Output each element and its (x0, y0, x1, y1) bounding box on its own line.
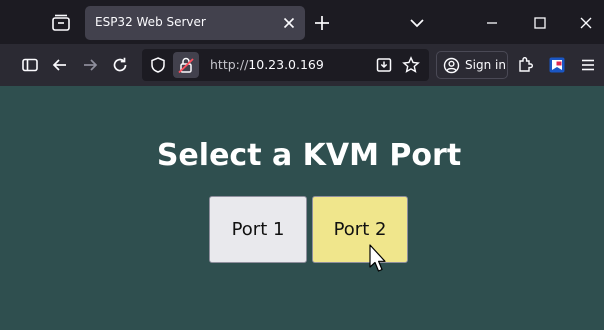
forward-arrow-icon[interactable] (81, 56, 99, 74)
chevron-down-icon[interactable] (409, 15, 425, 31)
close-window-icon[interactable] (578, 15, 594, 31)
reload-icon[interactable] (111, 56, 129, 74)
page-content: Select a KVM Port Port 1 Port 2 (0, 86, 604, 330)
tab-strip: ESP32 Web Server (0, 0, 604, 44)
plus-icon[interactable] (313, 14, 331, 32)
tab-list-icon[interactable] (50, 12, 72, 34)
tab-title: ESP32 Web Server (95, 15, 206, 29)
browser-tab-active[interactable]: ESP32 Web Server (85, 6, 305, 40)
insecure-lock-icon[interactable] (173, 52, 199, 78)
hamburger-menu-icon[interactable] (579, 56, 597, 74)
url-bar[interactable]: http://10.23.0.169 (142, 49, 429, 81)
sign-in-label: Sign in (465, 58, 506, 72)
navigation-toolbar: http://10.23.0.169 Sign in (0, 44, 604, 86)
account-icon (443, 57, 460, 74)
star-icon[interactable] (402, 56, 420, 74)
extensions-icon[interactable] (516, 56, 534, 74)
maximize-icon[interactable] (532, 15, 548, 31)
download-icon[interactable] (375, 56, 393, 74)
port-2-button[interactable]: Port 2 (312, 196, 408, 263)
mouse-pointer-icon (369, 244, 389, 274)
back-arrow-icon[interactable] (51, 56, 69, 74)
shield-icon[interactable] (149, 56, 167, 74)
url-host: 10.23.0.169 (248, 57, 324, 72)
port-1-button[interactable]: Port 1 (209, 196, 307, 263)
sidebar-icon[interactable] (21, 56, 39, 74)
page-title: Select a KVM Port (156, 138, 462, 173)
url-scheme: http:// (210, 57, 249, 72)
sign-in-button[interactable]: Sign in (436, 51, 508, 79)
extension-icon[interactable] (548, 56, 566, 74)
close-icon[interactable] (281, 15, 297, 31)
minimize-icon[interactable] (484, 15, 500, 31)
url-text[interactable]: http://10.23.0.169 (210, 57, 324, 72)
